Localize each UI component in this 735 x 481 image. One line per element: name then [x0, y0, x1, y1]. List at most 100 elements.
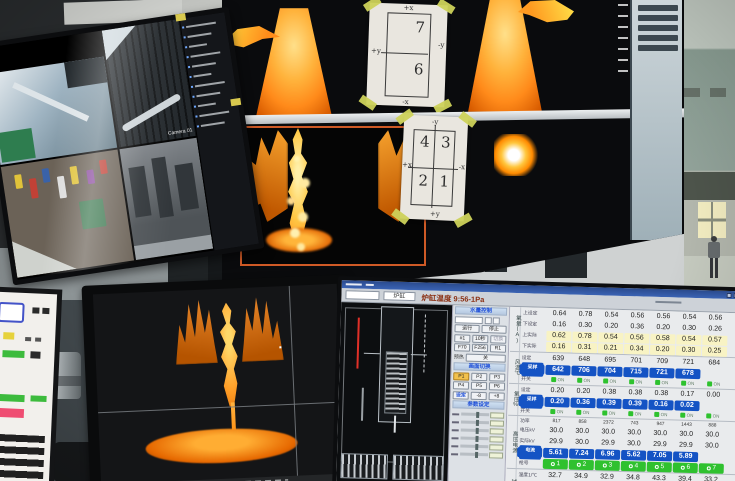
setting-button[interactable]: 设定: [453, 391, 470, 399]
value-cell: 7: [699, 463, 724, 474]
value-cell: 5.89: [673, 451, 698, 462]
tape-on-bezel: [230, 98, 241, 106]
value-cell: 2372: [596, 420, 621, 426]
sidebar-menu-row[interactable]: [638, 15, 678, 21]
cctv-tree-item[interactable]: [199, 111, 229, 117]
row-label: 开关: [519, 375, 545, 383]
cctv-tree-item[interactable]: [190, 51, 220, 57]
minus8-button[interactable]: -8: [470, 391, 487, 399]
value-cell: 0.16: [546, 341, 571, 352]
hmi-button[interactable]: [30, 351, 40, 358]
on-toggle[interactable]: ON: [544, 409, 569, 415]
value-cell: 30.0: [544, 427, 569, 435]
on-toggle[interactable]: ON: [649, 380, 674, 386]
value-cell: 0.26: [703, 325, 728, 333]
camera-feed[interactable]: [1, 150, 134, 278]
value-cell: 0.54: [599, 311, 624, 319]
hmi-button[interactable]: [42, 308, 49, 314]
minimize-button[interactable]: [727, 292, 732, 297]
value-cell: 0.30: [676, 345, 701, 356]
on-toggle[interactable]: ON: [623, 379, 648, 385]
on-toggle[interactable]: ON: [570, 410, 595, 416]
hmi-button-yellow[interactable]: [3, 332, 14, 339]
tape-corner: [359, 95, 378, 111]
value-cell: 684: [702, 359, 727, 367]
tree-item-icon: [192, 96, 194, 98]
value-cell: 0.56: [625, 312, 650, 320]
value-cell: 0.20: [651, 324, 676, 332]
tab-stop[interactable]: 停止: [481, 325, 506, 334]
cctv-tree-item[interactable]: [192, 62, 216, 68]
paper-cell-label: 4: [420, 132, 430, 150]
r1-button[interactable]: R1: [490, 344, 507, 352]
interval-button[interactable]: 10秒: [472, 334, 489, 342]
on-toggle[interactable]: ON: [674, 412, 699, 418]
f70-button[interactable]: F70: [454, 343, 471, 351]
hmi-button-grid[interactable]: [0, 434, 45, 481]
hmi-button[interactable]: [35, 337, 41, 341]
cctv-tree-item[interactable]: [186, 22, 216, 28]
on-toggle[interactable]: ON: [700, 413, 725, 419]
sidebar-menu-row[interactable]: [638, 25, 678, 31]
on-toggle[interactable]: ON: [701, 381, 726, 387]
preheat-off-select[interactable]: 关: [465, 353, 506, 362]
value-cell: 30.0: [700, 431, 725, 439]
switch-button[interactable]: 切换: [490, 335, 507, 343]
screen-button-p4[interactable]: P4: [453, 381, 470, 389]
on-toggle[interactable]: ON: [648, 412, 673, 418]
selected-box[interactable]: [0, 302, 25, 323]
apply-icon[interactable]: [484, 317, 491, 324]
value-cell: 33.2: [698, 476, 723, 481]
cctv-tree-item[interactable]: [201, 121, 225, 127]
screen-button-p3[interactable]: P3: [489, 373, 506, 381]
screen-button-p5[interactable]: P5: [471, 382, 488, 390]
on-toggle[interactable]: ON: [571, 378, 596, 384]
cctv-tree-item[interactable]: [195, 81, 225, 87]
hmi-button-green[interactable]: [0, 394, 25, 402]
hmi-button-green[interactable]: [30, 395, 46, 402]
hmi-button[interactable]: [25, 337, 31, 341]
hmi-button-green[interactable]: [2, 350, 24, 358]
plus8-button[interactable]: +8: [488, 392, 505, 400]
sidebar-menu-row[interactable]: [638, 5, 678, 11]
cctv-tree-item[interactable]: [196, 92, 220, 98]
toolbar-field[interactable]: [345, 290, 379, 300]
f256-button[interactable]: F256: [472, 344, 489, 352]
value-cell: 0.54: [677, 313, 702, 321]
on-toggle[interactable]: ON: [545, 377, 570, 383]
row-label: 电流: [519, 445, 541, 460]
cctv-tree-item[interactable]: [187, 32, 211, 38]
tape-corner: [454, 213, 473, 228]
screen-button-p6[interactable]: P6: [489, 382, 506, 390]
gun1-button[interactable]: #1: [454, 334, 471, 342]
on-toggle[interactable]: ON: [597, 378, 622, 384]
sidebar-menu-row[interactable]: [638, 45, 678, 51]
hmi-button[interactable]: [32, 307, 39, 313]
tab-run[interactable]: 运行: [454, 324, 479, 333]
row-label: 上设定: [521, 309, 547, 317]
cctv-tree-item[interactable]: [193, 73, 211, 78]
furnace-selector[interactable]: 炉缸: [383, 291, 415, 301]
cctv-tree-item[interactable]: [198, 103, 216, 108]
value-cell: 704: [597, 366, 622, 377]
cctv-screen: Camera 01: [0, 12, 259, 279]
sidebar-menu-row[interactable]: [638, 35, 678, 41]
camera-feed[interactable]: [0, 57, 117, 165]
on-toggle[interactable]: ON: [622, 411, 647, 417]
table-group: 高压电源功率81785823727439471443888电压kV30.030.…: [507, 415, 735, 475]
value-cell: 0.02: [674, 400, 699, 411]
screen-button-p2[interactable]: P2: [471, 372, 488, 380]
tree-item-icon: [186, 56, 188, 58]
on-toggle[interactable]: ON: [596, 410, 621, 416]
value-cell: 0.39: [622, 398, 647, 409]
row-label: 采样: [521, 362, 543, 377]
cctv-tree-item[interactable]: [189, 43, 207, 48]
hmi-button-red[interactable]: [0, 408, 24, 418]
browse-icon[interactable]: [493, 317, 500, 324]
screen-button-p1[interactable]: P1: [453, 372, 470, 380]
value-cell: 29.9: [647, 441, 672, 449]
left-hmi-screen: [0, 292, 57, 481]
value-input[interactable]: [455, 316, 483, 324]
slider-row[interactable]: [451, 450, 503, 459]
on-toggle[interactable]: ON: [675, 380, 700, 386]
